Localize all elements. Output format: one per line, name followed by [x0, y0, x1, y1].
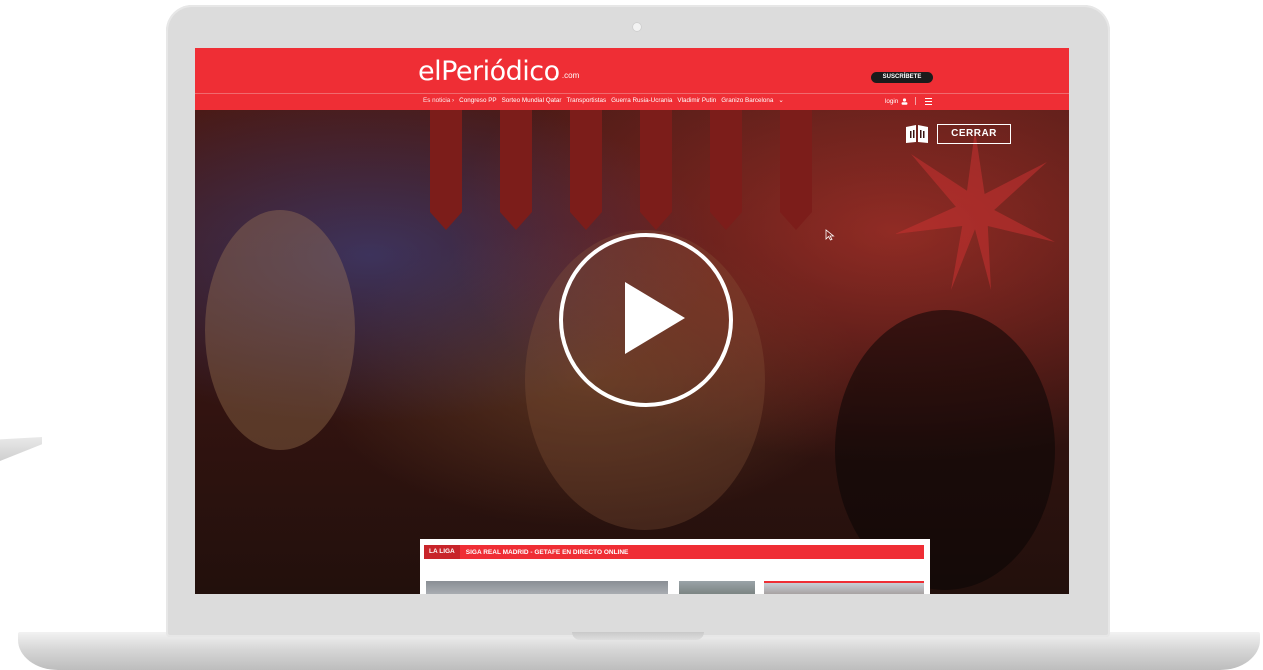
- nav-item-guerra-rusia-ucrania[interactable]: Guerra Rusia-Ucrania: [611, 97, 672, 104]
- bunting-flag: [500, 110, 532, 230]
- live-banner[interactable]: LA LIGA SIGA REAL MADRID - GETAFE EN DIR…: [424, 545, 924, 559]
- login-area[interactable]: login: [885, 97, 933, 105]
- dancer-figure: [205, 210, 355, 450]
- site-logo[interactable]: elPeriódico: [418, 56, 560, 87]
- top-nav: Es noticia › Congreso PP Sorteo Mundial …: [195, 93, 1069, 111]
- camera-icon: [632, 22, 642, 32]
- nav-list: Es noticia › Congreso PP Sorteo Mundial …: [423, 97, 784, 104]
- background-device: [0, 437, 42, 461]
- nav-more-chevron-icon[interactable]: ⌄: [778, 97, 783, 104]
- close-video-button[interactable]: CERRAR: [937, 124, 1011, 144]
- login-link[interactable]: login: [885, 98, 898, 105]
- news-thumbnail[interactable]: [764, 581, 924, 594]
- book-icon[interactable]: [904, 124, 930, 144]
- nav-item-congreso-pp[interactable]: Congreso PP: [459, 97, 496, 104]
- site-header: elPeriódico ⌄ .com SUSCRÍBETE Es noticia…: [195, 48, 1069, 110]
- bunting-flag: [640, 110, 672, 230]
- user-icon[interactable]: [901, 97, 908, 105]
- live-banner-card: LA LIGA SIGA REAL MADRID - GETAFE EN DIR…: [420, 539, 930, 594]
- bunting-flag: [430, 110, 462, 230]
- subscribe-button[interactable]: SUSCRÍBETE: [871, 72, 933, 83]
- news-thumbnail[interactable]: [426, 581, 668, 594]
- nav-item-granizo-barcelona[interactable]: Granizo Barcelona: [721, 97, 773, 104]
- star-decoration: [895, 130, 1055, 290]
- divider: [915, 97, 917, 105]
- nav-item-transportistas[interactable]: Transportistas: [566, 97, 606, 104]
- logo-domain: ⌄ .com: [553, 71, 580, 80]
- nav-item-es-noticia: Es noticia ›: [423, 97, 455, 104]
- bunting-flag: [570, 110, 602, 230]
- laptop-notch: [572, 632, 704, 640]
- laptop-screen: elPeriódico ⌄ .com SUSCRÍBETE Es noticia…: [195, 48, 1069, 594]
- bunting-flag: [710, 110, 742, 230]
- banner-tag: LA LIGA: [424, 545, 460, 559]
- hamburger-menu-icon[interactable]: [925, 97, 933, 105]
- nav-item-vladimir-putin[interactable]: Vladimir Putin: [677, 97, 716, 104]
- nav-item-sorteo-mundial[interactable]: Sorteo Mundial Qatar: [502, 97, 562, 104]
- bunting-flag: [780, 110, 812, 230]
- news-thumbnail[interactable]: [679, 581, 755, 594]
- banner-text[interactable]: SIGA REAL MADRID - GETAFE EN DIRECTO ONL…: [460, 549, 629, 556]
- video-player[interactable]: CERRAR: [195, 110, 1069, 594]
- mouse-cursor-icon: [825, 229, 835, 241]
- play-icon[interactable]: [625, 282, 685, 354]
